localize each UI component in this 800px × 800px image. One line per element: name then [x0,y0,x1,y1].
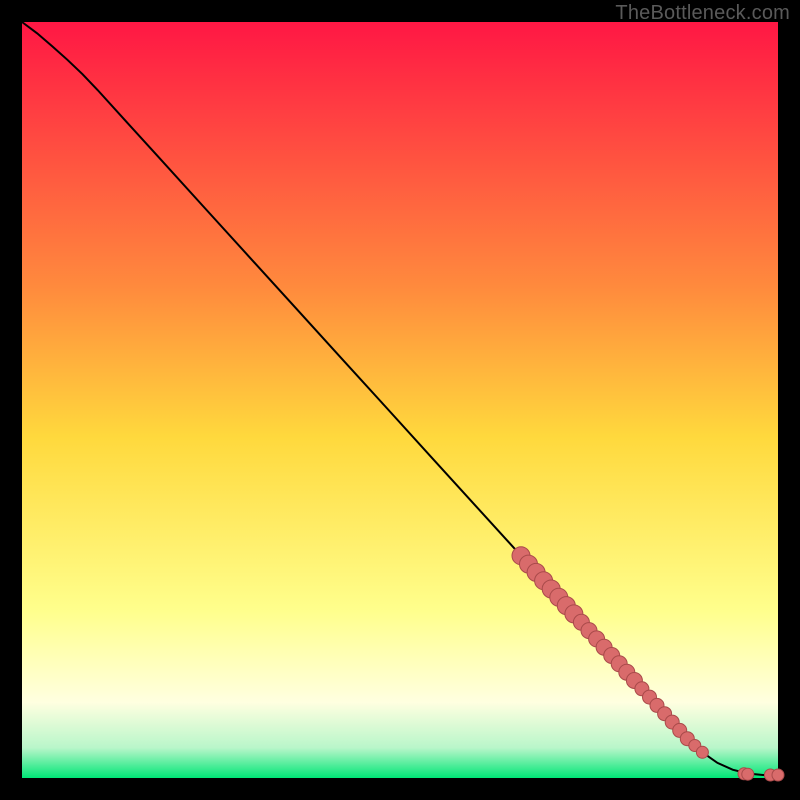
chart-svg [0,0,800,800]
watermark-text: TheBottleneck.com [615,2,790,25]
data-marker [742,768,754,780]
data-marker [772,769,784,781]
plot-background [22,22,778,778]
chart-stage: TheBottleneck.com [0,0,800,800]
data-marker [696,746,708,758]
